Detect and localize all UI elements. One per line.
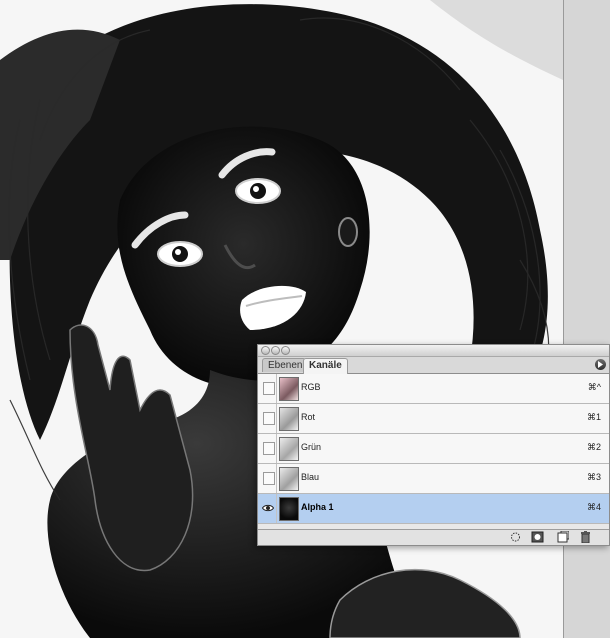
channel-row-rot[interactable]: Rot ⌘1 — [258, 404, 609, 434]
channel-row-alpha-1[interactable]: Alpha 1 ⌘4 — [258, 494, 609, 524]
visibility-box — [263, 472, 275, 485]
channel-thumbnail — [279, 437, 299, 461]
eye-icon — [262, 504, 274, 512]
channel-name: RGB — [301, 382, 321, 392]
channel-row-rgb[interactable]: RGB ⌘^ — [258, 374, 609, 404]
tab-layers[interactable]: Ebenen — [262, 358, 306, 372]
channel-name: Grün — [301, 442, 322, 452]
channel-shortcut: ⌘1 — [586, 412, 601, 422]
visibility-toggle[interactable] — [260, 404, 277, 433]
channel-row-gruen[interactable]: Grün ⌘2 — [258, 434, 609, 464]
channel-thumbnail — [279, 467, 299, 491]
channel-list: RGB ⌘^ Rot ⌘1 Grün ⌘2 Blau ⌘3 Alpha 1 ⌘4 — [258, 374, 609, 524]
visibility-box — [263, 382, 275, 395]
minimize-dot-icon[interactable] — [271, 346, 280, 355]
visibility-toggle[interactable] — [260, 494, 277, 523]
panel-titlebar[interactable] — [258, 345, 609, 357]
channel-name: Rot — [301, 412, 316, 422]
visibility-toggle[interactable] — [260, 374, 277, 403]
channel-name: Alpha 1 — [301, 502, 334, 512]
tab-channels[interactable]: Kanäle — [303, 358, 348, 374]
load-selection-icon[interactable] — [509, 531, 522, 543]
visibility-box — [263, 442, 275, 455]
channel-shortcut: ⌘4 — [586, 502, 601, 512]
visibility-box — [263, 412, 275, 425]
channel-shortcut: ⌘3 — [586, 472, 601, 482]
panel-menu-button[interactable] — [595, 359, 606, 370]
channel-thumbnail — [279, 407, 299, 431]
channel-shortcut: ⌘^ — [587, 382, 601, 392]
zoom-dot-icon[interactable] — [281, 346, 290, 355]
delete-channel-icon[interactable] — [579, 531, 592, 543]
panel-tab-row: Ebenen Kanäle — [258, 357, 609, 374]
channels-panel: Ebenen Kanäle RGB ⌘^ Rot ⌘1 Grün ⌘2 Blau… — [257, 344, 610, 546]
triangle-right-icon — [598, 361, 603, 368]
close-dot-icon[interactable] — [261, 346, 270, 355]
visibility-toggle[interactable] — [260, 464, 277, 493]
panel-footer — [258, 529, 609, 545]
save-selection-icon[interactable] — [531, 531, 544, 543]
channel-thumbnail — [279, 377, 299, 401]
new-channel-icon[interactable] — [556, 531, 569, 543]
channel-thumbnail — [279, 497, 299, 521]
visibility-toggle[interactable] — [260, 434, 277, 463]
channel-name: Blau — [301, 472, 320, 482]
channel-shortcut: ⌘2 — [586, 442, 601, 452]
channel-row-blau[interactable]: Blau ⌘3 — [258, 464, 609, 494]
